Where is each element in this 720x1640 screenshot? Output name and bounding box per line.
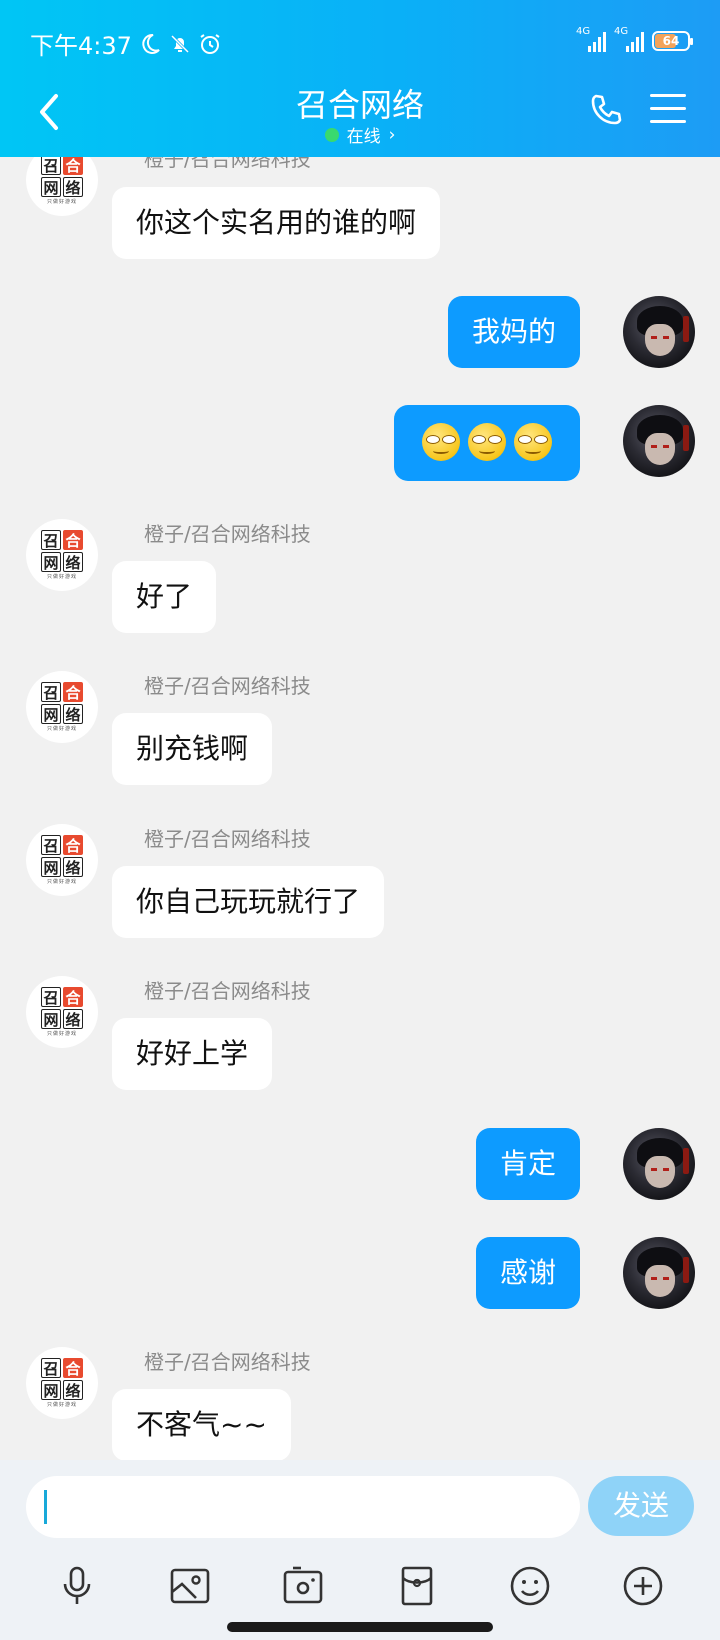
alarm-icon: [200, 33, 220, 54]
grin-emoji-icon: [422, 423, 460, 461]
image-icon[interactable]: [168, 1564, 212, 1608]
battery-level: 64: [662, 34, 680, 48]
sender-name: 橙子/召合网络科技: [144, 157, 311, 171]
message-bubble[interactable]: 肯定: [475, 1128, 580, 1200]
contact-avatar[interactable]: 召合网络 只做好游戏: [26, 157, 98, 216]
red-packet-icon[interactable]: [395, 1564, 439, 1608]
message-bubble[interactable]: 你自己玩玩就行了: [112, 866, 385, 938]
plus-icon[interactable]: [621, 1564, 665, 1608]
chevron-right-icon: ›: [388, 124, 396, 145]
chat-header: 下午4:37 4G 4G 64 召合网络 在线 ›: [0, 0, 720, 157]
message-bubble[interactable]: 别充钱啊: [112, 713, 273, 785]
signal-icon: 4G: [614, 26, 644, 52]
phone-icon[interactable]: [588, 92, 624, 128]
bell-muted-icon: [170, 34, 189, 53]
grin-emoji-icon: [468, 423, 506, 461]
composer-toolbar: [0, 1558, 720, 1614]
microphone-icon[interactable]: [55, 1564, 99, 1608]
network-type: 4G: [576, 26, 591, 37]
composer: 发送: [0, 1460, 720, 1640]
user-avatar[interactable]: [623, 405, 695, 477]
network-type: 4G: [614, 26, 629, 37]
message-bubble[interactable]: 不客气~~: [112, 1389, 291, 1460]
status-bar-right: 4G 4G 64: [576, 26, 693, 52]
grin-emoji-icon: [514, 423, 552, 461]
online-dot-icon: [324, 127, 339, 142]
message-bubble[interactable]: 我妈的: [447, 296, 580, 368]
sender-name: 橙子/召合网络科技: [144, 979, 311, 1003]
emoji-message-bubble[interactable]: [394, 405, 580, 481]
user-avatar[interactable]: [623, 1237, 695, 1309]
signal-icon: 4G: [576, 26, 606, 52]
text-caret: [44, 1490, 47, 1524]
send-button[interactable]: 发送: [588, 1476, 694, 1536]
sender-name: 橙子/召合网络科技: [144, 1350, 311, 1374]
user-avatar[interactable]: [623, 1128, 695, 1200]
online-label: 在线: [346, 127, 381, 147]
message-bubble[interactable]: 好了: [112, 561, 217, 633]
home-indicator[interactable]: [227, 1622, 493, 1632]
message-bubble[interactable]: 好好上学: [112, 1018, 273, 1090]
message-bubble[interactable]: 你这个实名用的谁的啊: [112, 187, 441, 259]
moon-icon: [142, 33, 160, 54]
message-bubble[interactable]: 感谢: [475, 1237, 580, 1309]
sender-name: 橙子/召合网络科技: [144, 827, 311, 851]
contact-avatar[interactable]: 召合网络 只做好游戏: [26, 519, 98, 591]
status-time: 下午4:37: [30, 32, 132, 60]
contact-avatar[interactable]: 召合网络 只做好游戏: [26, 976, 98, 1048]
contact-avatar[interactable]: 召合网络 只做好游戏: [26, 671, 98, 743]
contact-avatar[interactable]: 召合网络 只做好游戏: [26, 1347, 98, 1419]
battery-icon: 64: [652, 31, 693, 51]
emoji-icon[interactable]: [508, 1564, 552, 1608]
status-bar-left: 下午4:37: [30, 26, 222, 61]
menu-icon[interactable]: [650, 94, 686, 126]
sender-name: 橙子/召合网络科技: [144, 674, 311, 698]
message-input[interactable]: [26, 1476, 580, 1538]
contact-avatar[interactable]: 召合网络 只做好游戏: [26, 824, 98, 896]
sender-name: 橙子/召合网络科技: [144, 522, 311, 546]
message-list[interactable]: 召合网络 只做好游戏 橙子/召合网络科技 你这个实名用的谁的啊 我妈的 召合网络…: [0, 157, 720, 1460]
user-avatar[interactable]: [623, 296, 695, 368]
camera-icon[interactable]: [281, 1564, 325, 1608]
